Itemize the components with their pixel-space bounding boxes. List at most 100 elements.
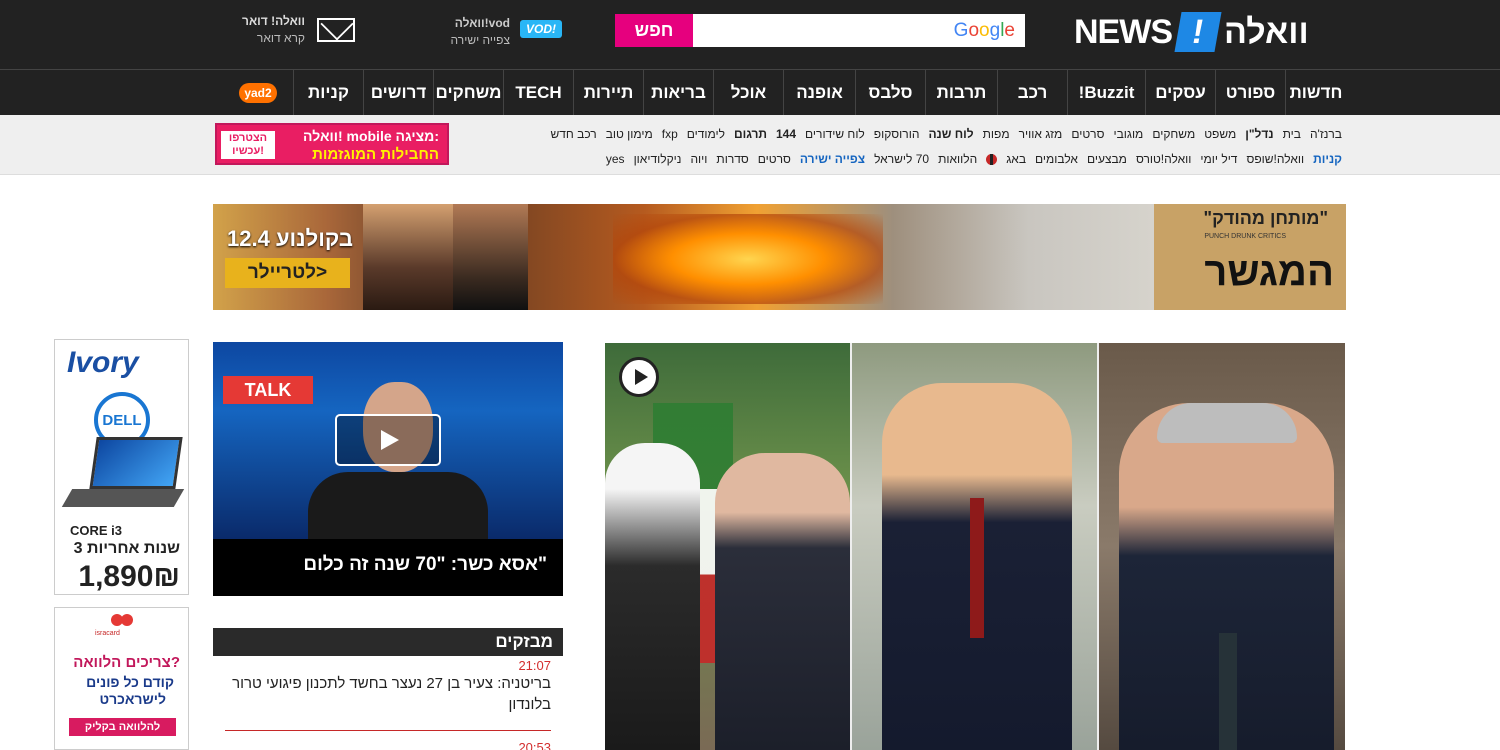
vod-subtitle: צפייה ישירה <box>450 33 510 47</box>
breaking-news-header: מבזקים <box>213 628 563 656</box>
warranty-text: 3 שנות אחריות <box>73 540 180 557</box>
person-image <box>605 443 700 750</box>
banner-person-image <box>453 204 528 310</box>
banner-title-panel: "מותחן מהודק" PUNCH DRUNK CRITICS המגשר <box>1154 204 1346 310</box>
isracard-loan-ad[interactable]: isracard צריכים הלוואה? קודם כל פונים לי… <box>54 607 189 750</box>
subnav-link[interactable]: מימון טוב <box>606 127 653 141</box>
nav-item-news[interactable]: חדשות <box>1285 70 1346 115</box>
subnav-link[interactable]: סדרות <box>716 152 748 166</box>
mail-title: וואלה! דואר <box>242 14 305 28</box>
subnav-link[interactable]: fxp <box>662 127 678 141</box>
nav-item-sport[interactable]: ספורט <box>1215 70 1285 115</box>
banner-critics-source: PUNCH DRUNK CRITICS <box>1204 233 1286 240</box>
breaking-news-text[interactable]: בריטניה: צעיר בן 27 נעצר בחשד לתכנון פיג… <box>221 673 551 715</box>
subnav-link[interactable]: הלוואות <box>938 152 977 166</box>
isracard-logo-icon <box>107 612 137 630</box>
nav-item-food[interactable]: אוכל <box>713 70 783 115</box>
nav-item-games[interactable]: משחקים <box>433 70 503 115</box>
vod-link[interactable]: VOD! וואלה!vod צפייה ישירה <box>445 14 565 50</box>
banner-trailer-button[interactable]: לטריילר> <box>225 258 350 288</box>
subnav-link[interactable]: צפייה ישירה <box>800 152 865 166</box>
search-input[interactable]: Google <box>693 14 1025 47</box>
tie-image <box>1219 633 1237 750</box>
subnav-link[interactable]: משחקים <box>1152 127 1195 141</box>
subnav-link[interactable]: באג <box>1006 152 1026 166</box>
subnav-link[interactable]: לוח שנה <box>928 127 973 141</box>
nav-item-culture[interactable]: תרבות <box>925 70 997 115</box>
subnav-link[interactable]: וואלה!שופס <box>1246 152 1304 166</box>
subnav-link[interactable]: ברנז'ה <box>1310 127 1342 141</box>
ivory-dell-ad[interactable]: Ivory DELL CORE i3 3 שנות אחריות 1,890₪ <box>54 339 189 595</box>
breaking-news-item[interactable]: 21:07 בריטניה: צעיר בן 27 נעצר בחשד לתכנ… <box>221 658 551 715</box>
subnav-link[interactable]: סרטים <box>758 152 791 166</box>
subnav-link[interactable]: וואלה!טורס <box>1136 152 1191 166</box>
secondary-navigation: ברנז'ה בית נדל"ן משפט משחקים מוגובי סרטי… <box>0 115 1500 175</box>
play-icon[interactable] <box>335 414 441 466</box>
breaking-news-item[interactable]: 20:53 <box>221 740 551 750</box>
subnav-link[interactable]: משפט <box>1204 127 1236 141</box>
banner-critics-quote: "מותחן מהודק" <box>1203 208 1328 228</box>
search-bar: חפש Google <box>615 14 1025 47</box>
laptop-image <box>61 437 187 512</box>
nav-item-travel[interactable]: תיירות <box>573 70 643 115</box>
nav-item-yad2[interactable]: yad2 <box>223 70 293 115</box>
subnav-link[interactable]: בית <box>1283 127 1301 141</box>
banner-movie-title: המגשר <box>1204 250 1334 294</box>
nav-item-cars[interactable]: רכב <box>997 70 1067 115</box>
nav-item-tech[interactable]: TECH <box>503 70 573 115</box>
video-caption[interactable]: אסא כשר: "70 שנה זה כלום" <box>303 554 547 576</box>
nav-item-business[interactable]: עסקים <box>1145 70 1215 115</box>
nav-item-health[interactable]: בריאות <box>643 70 713 115</box>
nav-item-shopping[interactable]: קניות <box>293 70 363 115</box>
subnav-link[interactable]: הורוסקופ <box>874 127 920 141</box>
subnav-link[interactable]: קניות <box>1313 152 1342 166</box>
video-thumbnail[interactable]: TALK <box>213 342 563 539</box>
walla-mobile-ad[interactable]: וואלה! mobile מציגה: החבילות המוגזמות הצ… <box>215 123 449 165</box>
subnav-link[interactable]: סרטים <box>1071 127 1104 141</box>
subnav-link[interactable]: מבצעים <box>1087 152 1127 166</box>
video-article-card[interactable]: TALK אסא כשר: "70 שנה זה כלום" <box>213 342 563 596</box>
walla-news-logo[interactable]: NEWS ! וואלה <box>1074 10 1309 54</box>
search-button[interactable]: חפש <box>615 14 693 47</box>
main-headline-image[interactable] <box>605 343 1345 750</box>
price-text: 1,890₪ <box>78 560 180 593</box>
breaking-news-title: מבזקים <box>495 632 553 651</box>
ladybug-icon <box>986 153 998 165</box>
subnav-link[interactable]: ניקלודיאון <box>634 152 682 166</box>
ivory-logo: Ivory <box>67 346 139 379</box>
nav-item-jobs[interactable]: דרושים <box>363 70 433 115</box>
subnav-link[interactable]: דיל יומי <box>1200 152 1237 166</box>
subnav-link[interactable]: מוגובי <box>1113 127 1143 141</box>
breaking-news-time: 21:07 <box>518 658 551 673</box>
logo-bang: ! <box>1174 12 1222 52</box>
subnav-link-144[interactable]: 144 <box>776 127 796 141</box>
subnav-link[interactable]: yes <box>606 152 625 166</box>
hero-panel-2 <box>852 343 1097 750</box>
subnav-link[interactable]: מפות <box>983 127 1010 141</box>
subnav-link-targum[interactable]: תרגום <box>734 127 767 141</box>
subnav-link[interactable]: מזג אוויר <box>1019 127 1063 141</box>
nav-item-buzzit[interactable]: Buzzit! <box>1067 70 1145 115</box>
subnav-link[interactable]: ויוה <box>690 152 707 166</box>
envelope-icon <box>317 18 355 42</box>
hero-panel-3 <box>1099 343 1345 750</box>
subnav-link[interactable]: לימודים <box>687 127 725 141</box>
movie-banner-ad[interactable]: 12.4 בקולנוע לטריילר> "מותחן מהודק" PUNC… <box>213 204 1346 310</box>
nav-item-fashion[interactable]: אופנה <box>783 70 855 115</box>
subnav-link[interactable]: נדל"ן <box>1245 127 1273 141</box>
mobile-ad-cta[interactable]: הצטרפו עכשיו! <box>221 131 275 159</box>
isracard-subline-2: לישראכרט <box>99 691 166 707</box>
subnav-link[interactable]: 70 לישראל <box>874 152 929 166</box>
subnav-link[interactable]: רכב חדש <box>551 127 597 141</box>
subnav-link[interactable]: לוח שידורים <box>805 127 865 141</box>
hero-panel-1 <box>605 343 850 750</box>
isracard-cta-button[interactable]: להלוואה בקליק <box>69 718 176 736</box>
mail-link[interactable]: וואלה! דואר קרא דואר <box>242 12 358 48</box>
subnav-link[interactable]: אלבומים <box>1035 152 1078 166</box>
logo-news-text: NEWS <box>1074 12 1173 51</box>
play-icon[interactable] <box>619 357 659 397</box>
hair-image <box>1157 403 1297 443</box>
mobile-ad-line2: החבילות המוגזמות <box>312 146 439 163</box>
talk-logo: TALK <box>223 376 313 404</box>
nav-item-celebs[interactable]: סלבס <box>855 70 925 115</box>
